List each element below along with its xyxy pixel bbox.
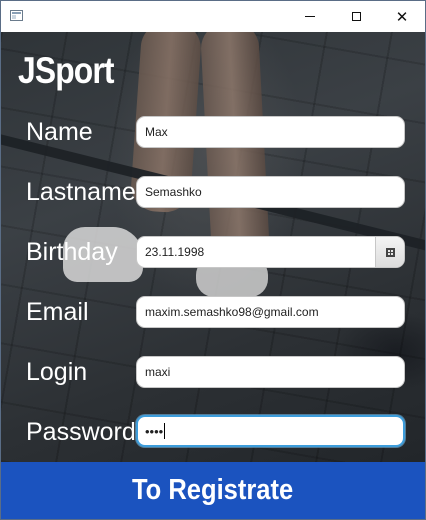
lastname-value: Semashko: [145, 185, 202, 199]
register-button-label: To Registrate: [132, 474, 294, 506]
maximize-button[interactable]: [333, 1, 379, 32]
lastname-label: Lastname: [26, 178, 136, 206]
close-button[interactable]: ✕: [379, 1, 425, 32]
app-window-icon: [10, 10, 23, 21]
app-window: ✕ JSport Name Max Lastname Semashko Birt…: [0, 0, 426, 520]
text-caret: [164, 423, 166, 439]
title-bar: ✕: [1, 1, 425, 32]
lastname-input[interactable]: Semashko: [136, 176, 405, 208]
password-label: Password: [26, 418, 136, 446]
email-label: Email: [26, 298, 89, 326]
calendar-button[interactable]: [375, 237, 404, 267]
maximize-icon: [351, 12, 361, 21]
birthday-label: Birthday: [26, 238, 118, 266]
register-button[interactable]: To Registrate: [1, 462, 425, 519]
calendar-icon: [385, 247, 395, 257]
name-input[interactable]: Max: [136, 116, 405, 148]
app-logo: JSport: [18, 50, 114, 91]
login-label: Login: [26, 358, 88, 386]
email-value: maxim.semashko98@gmail.com: [145, 305, 319, 319]
password-value: ••••: [145, 423, 164, 439]
name-value: Max: [145, 125, 168, 139]
birthday-value: 23.11.1998: [145, 245, 205, 259]
email-input[interactable]: maxim.semashko98@gmail.com: [136, 296, 405, 328]
name-label: Name: [26, 118, 93, 146]
minimize-icon: [305, 16, 315, 17]
registration-panel: JSport Name Max Lastname Semashko Birthd…: [1, 32, 425, 462]
password-input[interactable]: ••••: [136, 415, 405, 447]
birthday-date-picker[interactable]: 23.11.1998: [136, 236, 405, 268]
close-icon: ✕: [395, 7, 409, 26]
minimize-button[interactable]: [287, 1, 333, 32]
login-value: maxi: [145, 365, 171, 379]
login-input[interactable]: maxi: [136, 356, 405, 388]
